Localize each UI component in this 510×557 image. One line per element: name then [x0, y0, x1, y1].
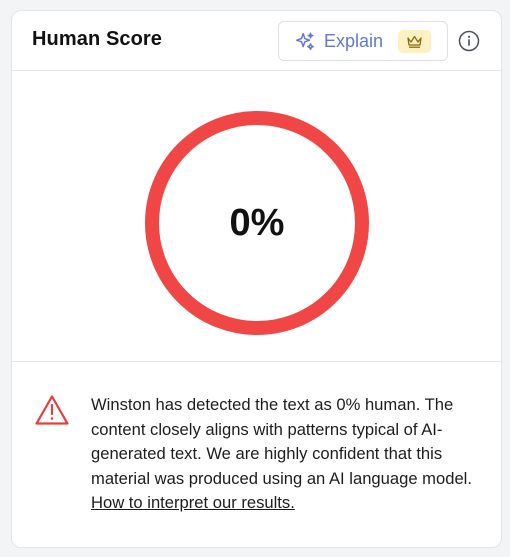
result-message: Winston has detected the text as 0% huma…: [91, 393, 487, 516]
warning-icon: [35, 395, 69, 425]
explain-button[interactable]: Explain: [278, 21, 448, 61]
explain-button-label: Explain: [324, 31, 384, 51]
score-gauge-section: 0%: [12, 72, 501, 362]
crown-icon: [407, 35, 422, 48]
card-title: Human Score: [32, 28, 163, 50]
score-value: 0%: [229, 202, 285, 244]
premium-badge: [398, 30, 431, 53]
info-icon[interactable]: [458, 30, 480, 52]
result-message-text: Winston has detected the text as 0% huma…: [91, 395, 472, 488]
card-header: Human Score Explain: [12, 11, 501, 71]
sparkle-icon: [296, 32, 314, 51]
result-message-section: Winston has detected the text as 0% huma…: [12, 363, 501, 548]
interpret-results-link[interactable]: How to interpret our results.: [91, 493, 295, 512]
human-score-card: Human Score Explain 0% Winston has detec…: [11, 10, 502, 548]
